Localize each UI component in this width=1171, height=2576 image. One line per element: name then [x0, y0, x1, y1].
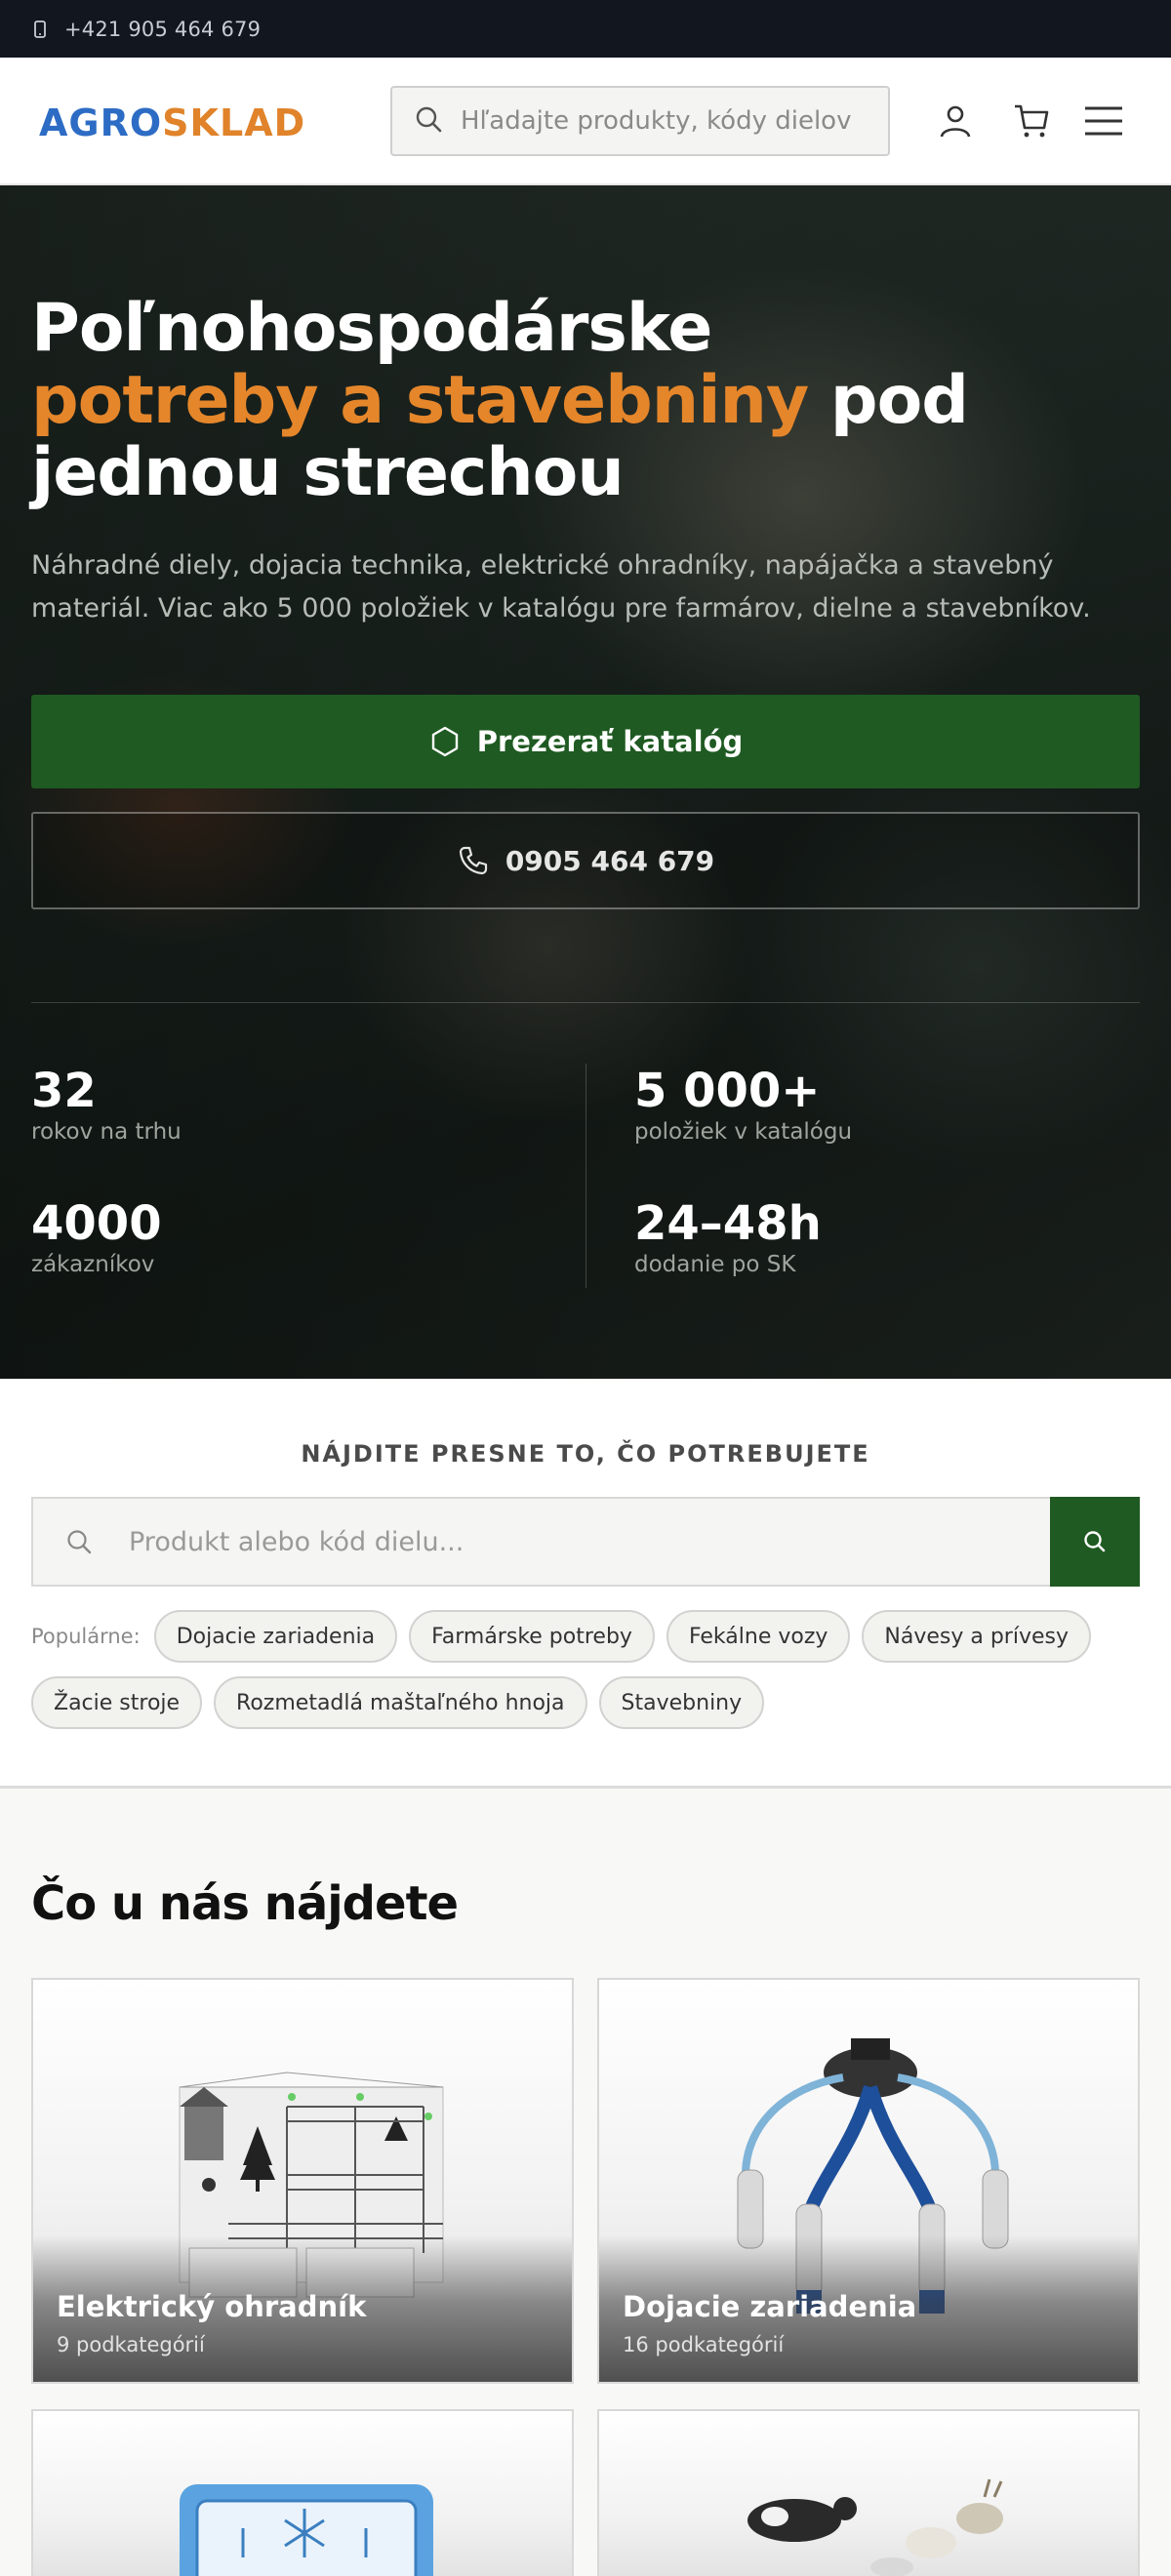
- hamburger-menu-icon[interactable]: [1081, 99, 1126, 143]
- popular-chips: Populárne: Dojacie zariadenia Farmárske …: [31, 1610, 1140, 1729]
- search-icon: [64, 1527, 94, 1556]
- hexagon-icon: [428, 725, 462, 758]
- category-card-milking-equipment[interactable]: Dojacie zariadenia 16 podkategórií: [597, 1978, 1140, 2384]
- product-finder-section: NÁJDITE PRESNE TO, ČO POTREBUJETE Populá…: [0, 1379, 1171, 1789]
- chip-zacie-stroje[interactable]: Žacie stroje: [31, 1676, 203, 1729]
- chip-fekalne-vozy[interactable]: Fekálne vozy: [666, 1610, 851, 1663]
- call-phone-button[interactable]: 0905 464 679: [31, 812, 1140, 909]
- hero-title-line1: Poľnohospodárske: [31, 290, 712, 367]
- category-card-farm-animals[interactable]: [597, 2409, 1140, 2576]
- popular-label: Populárne:: [31, 1625, 141, 1648]
- logo-text-sklad: SKLAD: [162, 101, 306, 144]
- chip-farmarske-potreby[interactable]: Farmárske potreby: [409, 1610, 655, 1663]
- stat-label: dodanie po SK: [634, 1252, 796, 1277]
- category-subcount: 16 podkategórií: [623, 2333, 785, 2356]
- finder-search-button[interactable]: [1050, 1497, 1140, 1587]
- site-logo[interactable]: AGRO SKLAD: [39, 99, 305, 147]
- stat-value: 32: [31, 1064, 97, 1118]
- hero-divider: [31, 1002, 1140, 1003]
- stat-years: 32 rokov na trhu: [31, 1064, 182, 1146]
- hero-title: Poľnohospodárske potreby a stavebniny po…: [31, 293, 1140, 509]
- categories-section: Čo u nás nájdete Elektrický ohradník 9 p…: [0, 1789, 1171, 2576]
- stat-delivery: 24–48h dodanie po SK: [634, 1196, 822, 1278]
- site-header: AGRO SKLAD: [0, 58, 1171, 185]
- category-subcount: 9 podkategórií: [57, 2333, 205, 2356]
- stat-label: položiek v katalógu: [634, 1119, 853, 1145]
- category-name: Dojacie zariadenia: [623, 2290, 917, 2323]
- browse-catalog-button[interactable]: Prezerať katalóg: [31, 695, 1140, 788]
- logo-text-agro: AGRO: [39, 101, 163, 144]
- category-name: Elektrický ohradník: [57, 2290, 367, 2323]
- finder-search-box: [31, 1497, 1140, 1587]
- stat-label: zákazníkov: [31, 1252, 155, 1277]
- search-icon: [414, 104, 443, 138]
- finder-search-input[interactable]: [129, 1526, 1007, 1557]
- mobile-phone-icon: [31, 20, 49, 38]
- hero-title-accent: potreby a stavebniny: [31, 362, 809, 439]
- hero-section: Poľnohospodárske potreby a stavebniny po…: [0, 185, 1171, 1379]
- hero-lead: Náhradné diely, dojacia technika, elektr…: [31, 550, 1091, 624]
- chip-stavebniny[interactable]: Stavebniny: [598, 1676, 765, 1729]
- stat-value: 24–48h: [634, 1196, 822, 1251]
- stat-value: 5 000+: [634, 1064, 821, 1118]
- user-account-icon[interactable]: [933, 99, 978, 143]
- snowflake-cooling-image: [180, 2484, 433, 2576]
- stat-value: 4000: [31, 1196, 162, 1251]
- categories-title: Čo u nás nájdete: [31, 1876, 459, 1931]
- header-search-box: [390, 86, 890, 156]
- search-icon: [1084, 1531, 1106, 1552]
- category-card-electric-fence[interactable]: Elektrický ohradník 9 podkategórií: [31, 1978, 574, 2384]
- chip-rozmetadla[interactable]: Rozmetadlá maštaľného hnoja: [214, 1676, 587, 1729]
- top-bar: +421 905 464 679: [0, 0, 1171, 58]
- chip-dojacie-zariadenia[interactable]: Dojacie zariadenia: [153, 1610, 398, 1663]
- farm-animals-image: [747, 2478, 1003, 2576]
- category-card-cooling[interactable]: [31, 2409, 574, 2576]
- finder-title: NÁJDITE PRESNE TO, ČO POTREBUJETE: [301, 1440, 870, 1468]
- browse-catalog-label: Prezerať katalóg: [476, 725, 744, 758]
- chip-navesy-a-privesy[interactable]: Návesy a prívesy: [862, 1610, 1091, 1663]
- call-phone-label: 0905 464 679: [505, 844, 715, 877]
- cart-icon[interactable]: [1009, 99, 1054, 143]
- header-search-input[interactable]: [461, 106, 851, 136]
- phone-icon: [457, 844, 490, 877]
- topbar-phone-link[interactable]: +421 905 464 679: [64, 18, 261, 41]
- stat-label: rokov na trhu: [31, 1119, 182, 1145]
- stat-items: 5 000+ položiek v katalógu: [634, 1064, 852, 1146]
- stat-customers: 4000 zákazníkov: [31, 1196, 162, 1278]
